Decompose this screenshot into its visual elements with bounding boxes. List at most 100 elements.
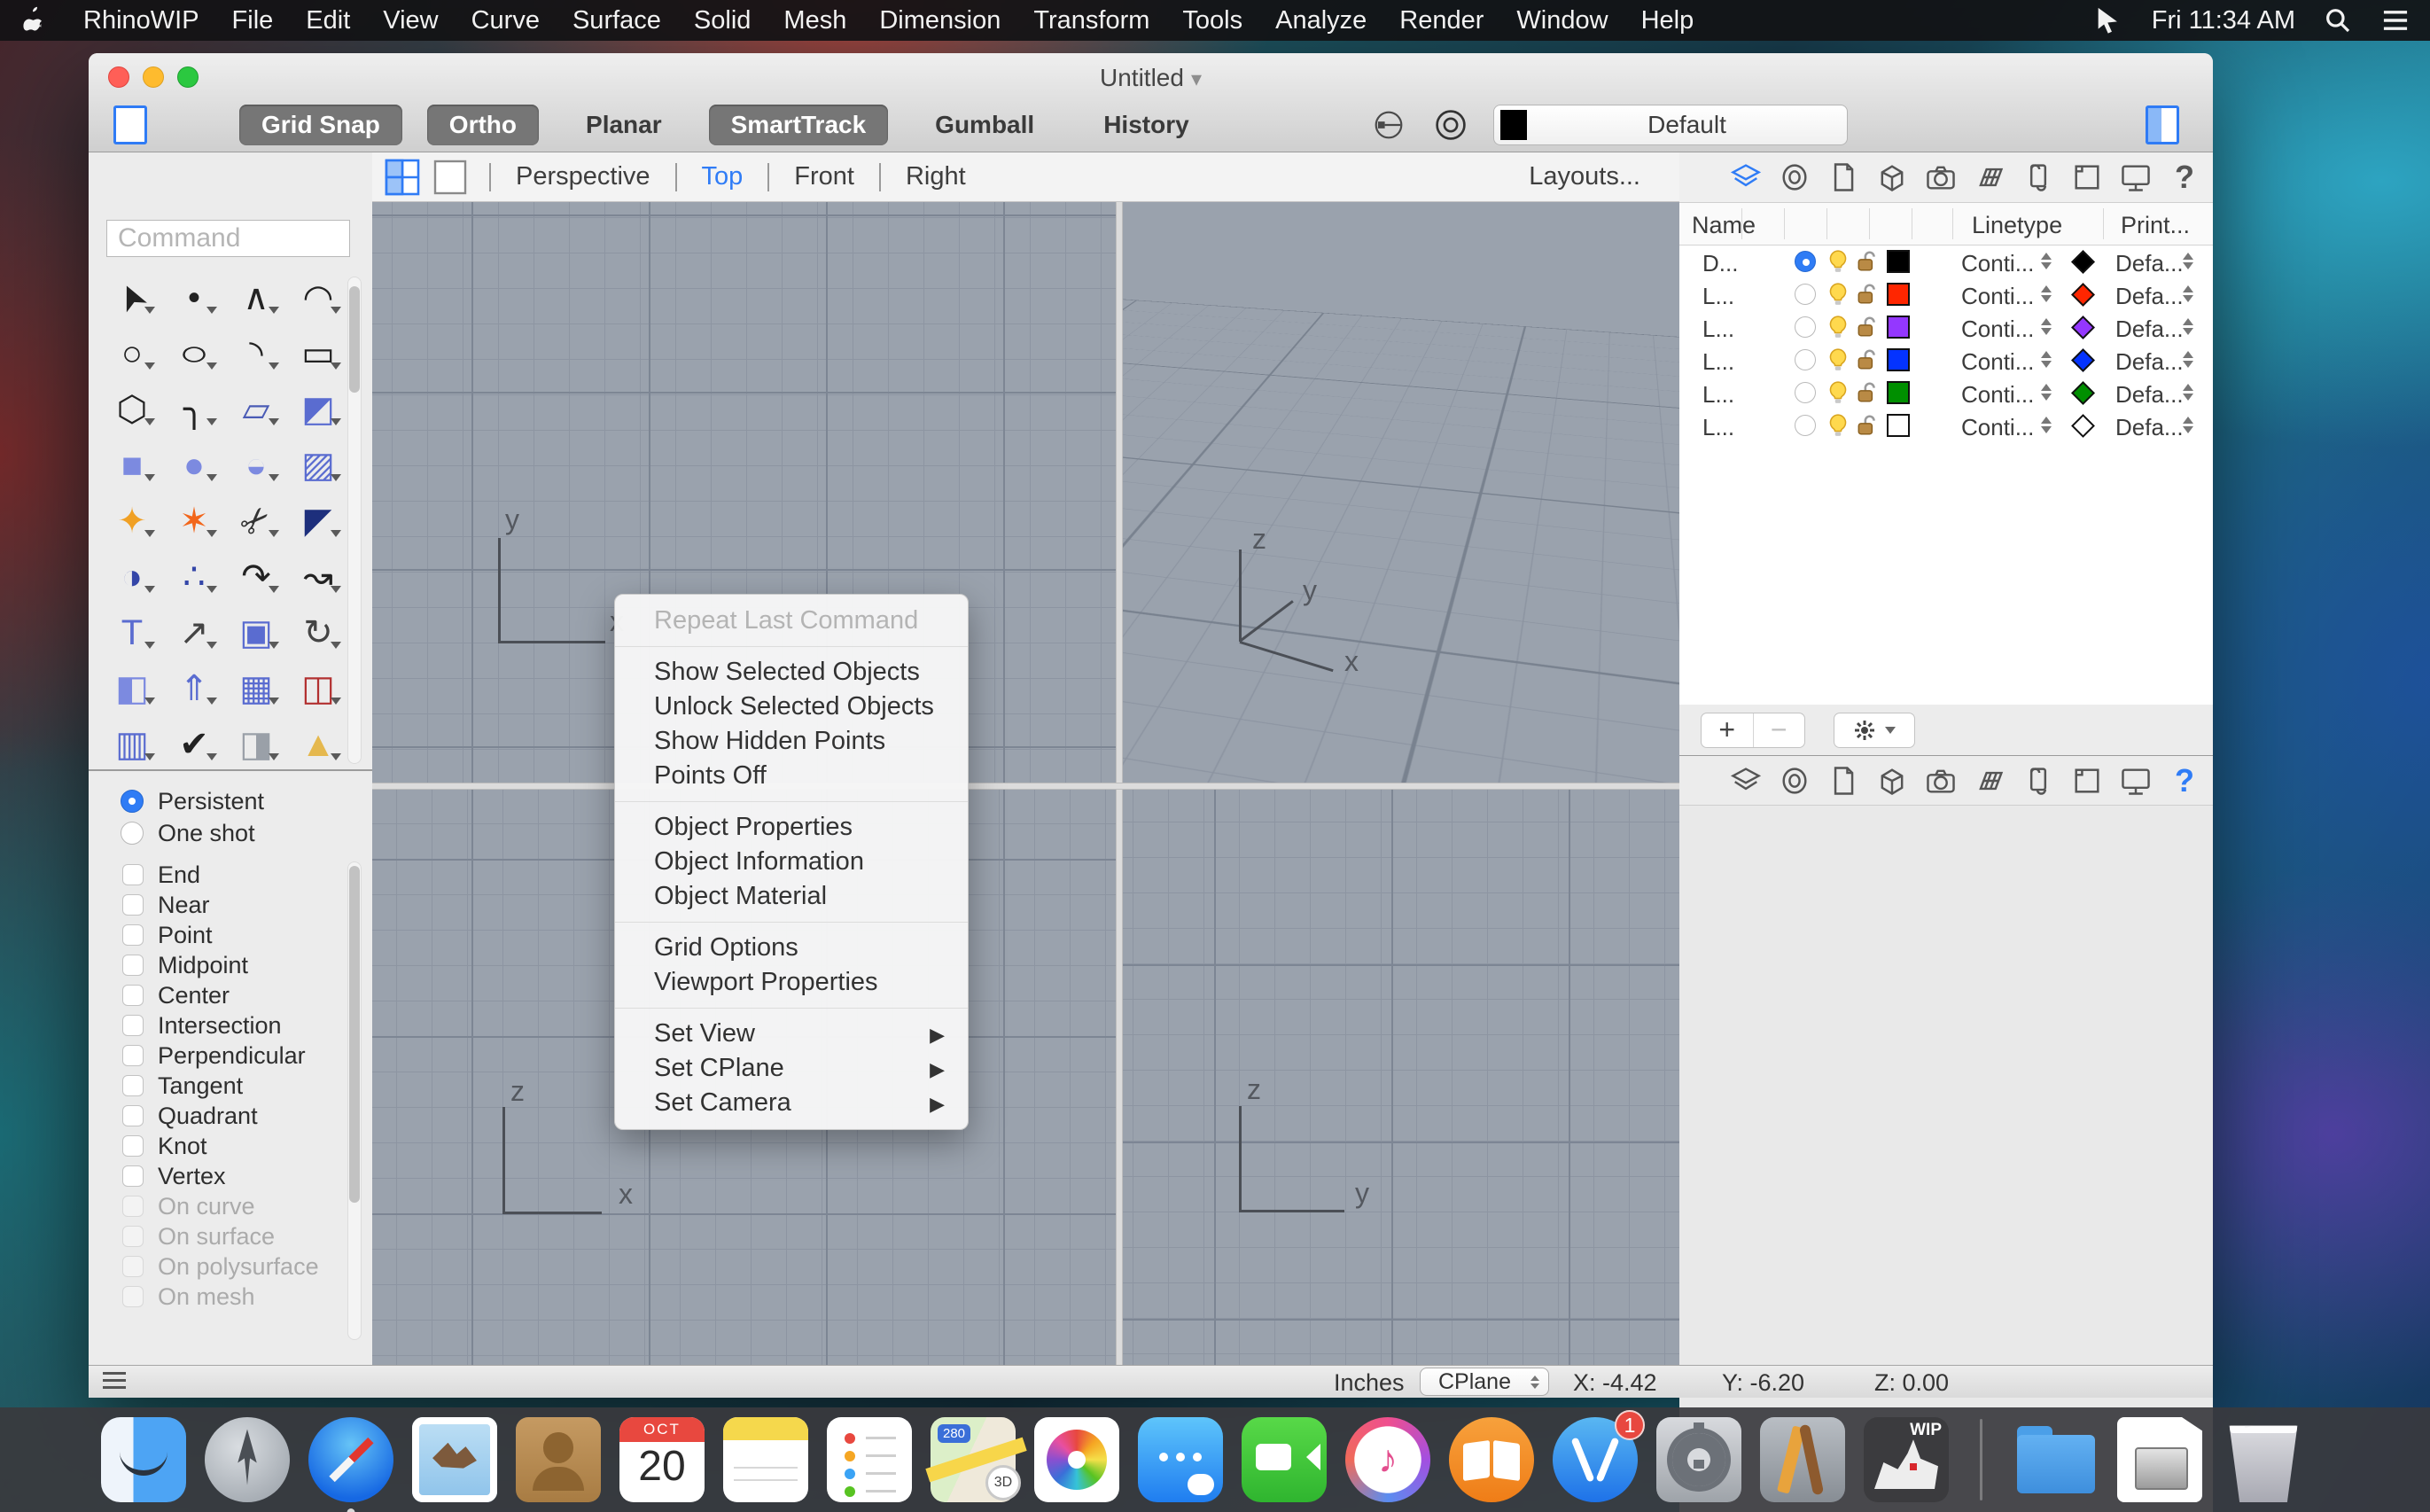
context-menu-item[interactable]: Set View: [615, 1017, 968, 1051]
context-menu-item[interactable]: Grid Options: [615, 931, 968, 965]
print-color-diamond[interactable]: [2071, 414, 2095, 438]
layer-linetype[interactable]: Conti...: [1961, 414, 2034, 441]
context-menu-item[interactable]: Unlock Selected Objects: [615, 690, 968, 724]
context-menu-item[interactable]: Show Hidden Points: [615, 724, 968, 759]
menu-bar-item[interactable]: View: [383, 6, 438, 35]
tool-button[interactable]: ■: [101, 437, 163, 493]
dock-icon[interactable]: [205, 1417, 290, 1502]
print-stepper-icon[interactable]: [2183, 318, 2193, 335]
camera-icon[interactable]: [1924, 764, 1958, 798]
remove-layer-button[interactable]: −: [1752, 713, 1805, 747]
osnap-scrollbar[interactable]: [347, 861, 362, 1340]
dock-icon[interactable]: [101, 1417, 186, 1502]
tool-button[interactable]: ▲: [287, 716, 349, 771]
cplane-dropdown[interactable]: CPlane: [1420, 1368, 1549, 1396]
tool-button[interactable]: ⇑: [163, 660, 225, 716]
dock-icon[interactable]: [723, 1417, 808, 1502]
menu-bar-item[interactable]: Mesh: [783, 6, 846, 35]
menu-bar-item[interactable]: Render: [1399, 6, 1484, 35]
context-menu-item[interactable]: Set Camera: [615, 1086, 968, 1120]
linetype-stepper-icon[interactable]: [2041, 285, 2052, 302]
pointer-tool-icon[interactable]: [2093, 5, 2123, 35]
tool-button[interactable]: ▱: [225, 381, 287, 437]
linetype-stepper-icon[interactable]: [2041, 417, 2052, 433]
osnap-checkbox-row[interactable]: End: [122, 860, 319, 890]
column-header-linetype[interactable]: Linetype: [1972, 212, 2062, 239]
print-color-diamond[interactable]: [2071, 348, 2095, 372]
dock-icon[interactable]: [516, 1417, 601, 1502]
tool-button[interactable]: ◩: [287, 381, 349, 437]
radio-icon[interactable]: [121, 822, 144, 845]
mode-toggle-button[interactable]: History: [1081, 105, 1211, 145]
layer-name[interactable]: L...: [1702, 414, 1734, 441]
tool-button[interactable]: T: [101, 604, 163, 660]
checkbox-icon[interactable]: [122, 1105, 144, 1126]
menu-bar-item[interactable]: Transform: [1033, 6, 1149, 35]
print-color-diamond[interactable]: [2071, 283, 2095, 307]
notes-icon[interactable]: [1826, 160, 1860, 194]
dock-icon[interactable]: [1034, 1417, 1119, 1502]
tool-button[interactable]: ↗: [163, 604, 225, 660]
dock-icon[interactable]: [827, 1417, 912, 1502]
menu-bar-item[interactable]: Help: [1641, 6, 1694, 35]
linetype-stepper-icon[interactable]: [2041, 384, 2052, 401]
dock-icon[interactable]: [2013, 1417, 2099, 1502]
viewport-perspective[interactable]: z y x: [1123, 202, 1679, 783]
tool-button[interactable]: ◑: [101, 549, 163, 604]
mode-toggle-button[interactable]: Planar: [564, 105, 684, 145]
tool-button[interactable]: ◧: [101, 660, 163, 716]
radio-icon[interactable]: [121, 790, 144, 813]
single-viewport-icon[interactable]: [432, 159, 468, 196]
tool-button[interactable]: ╮: [163, 381, 225, 437]
tool-button[interactable]: ◤: [287, 493, 349, 549]
current-layer-radio[interactable]: [1795, 316, 1816, 338]
current-layer-radio[interactable]: [1795, 415, 1816, 436]
layer-color-swatch[interactable]: [1887, 283, 1910, 306]
viewport-right[interactable]: z y: [1123, 790, 1679, 1365]
help-icon[interactable]: ?: [2168, 159, 2201, 195]
layer-color-swatch[interactable]: [1887, 250, 1910, 273]
chevron-down-icon[interactable]: [1191, 64, 1202, 92]
tool-button[interactable]: ↻: [287, 604, 349, 660]
help-icon[interactable]: ?: [2168, 762, 2201, 799]
zoom-button[interactable]: [177, 66, 199, 88]
checkbox-icon[interactable]: [122, 1015, 144, 1036]
checkbox-icon[interactable]: [122, 1165, 144, 1187]
layer-print-width[interactable]: Defa...: [2115, 283, 2184, 310]
print-stepper-icon[interactable]: [2183, 253, 2193, 269]
layer-lock-icon[interactable]: [1855, 380, 1880, 405]
tool-button[interactable]: ✶: [163, 493, 225, 549]
dock-icon[interactable]: 1: [1553, 1410, 1645, 1502]
current-layer-radio[interactable]: [1795, 382, 1816, 403]
scroll-icon[interactable]: [2021, 764, 2055, 798]
viewport-splitter-horizontal[interactable]: [372, 783, 1679, 790]
right-sidebar-toggle-icon[interactable]: [2146, 105, 2179, 144]
checkbox-icon[interactable]: [122, 1135, 144, 1157]
mode-toggle-button[interactable]: SmartTrack: [708, 105, 889, 145]
display-icon[interactable]: [2119, 160, 2153, 194]
layer-print-width[interactable]: Defa...: [2115, 348, 2184, 376]
context-menu-item[interactable]: Object Properties: [615, 810, 968, 845]
add-layer-button[interactable]: +: [1702, 713, 1753, 747]
tool-button[interactable]: ◝: [225, 325, 287, 381]
tool-button[interactable]: ∧: [225, 269, 287, 325]
tool-button[interactable]: ▭: [287, 325, 349, 381]
current-layer-radio[interactable]: [1795, 284, 1816, 305]
osnap-checkbox-row[interactable]: Tangent: [122, 1071, 319, 1101]
tool-button[interactable]: ▥: [101, 716, 163, 771]
dock-icon[interactable]: [1656, 1417, 1741, 1502]
tool-button[interactable]: ⬡: [101, 381, 163, 437]
layers-icon[interactable]: [1729, 160, 1763, 194]
layer-print-width[interactable]: Defa...: [2115, 316, 2184, 343]
grid-icon[interactable]: [1973, 764, 2006, 798]
filter-icon[interactable]: [1431, 105, 1470, 144]
layer-name[interactable]: D...: [1702, 250, 1738, 277]
mode-toggle-button[interactable]: Ortho: [426, 105, 540, 145]
layer-color-swatch[interactable]: [1887, 381, 1910, 404]
tool-button[interactable]: ↷: [225, 549, 287, 604]
menu-bar-item[interactable]: Surface: [572, 6, 661, 35]
box-icon[interactable]: [1875, 764, 1909, 798]
osnap-checkbox-row[interactable]: Vertex: [122, 1161, 319, 1191]
menu-bar-item[interactable]: RhinoWIP: [83, 6, 199, 35]
viewport-tab[interactable]: Front: [791, 162, 858, 191]
